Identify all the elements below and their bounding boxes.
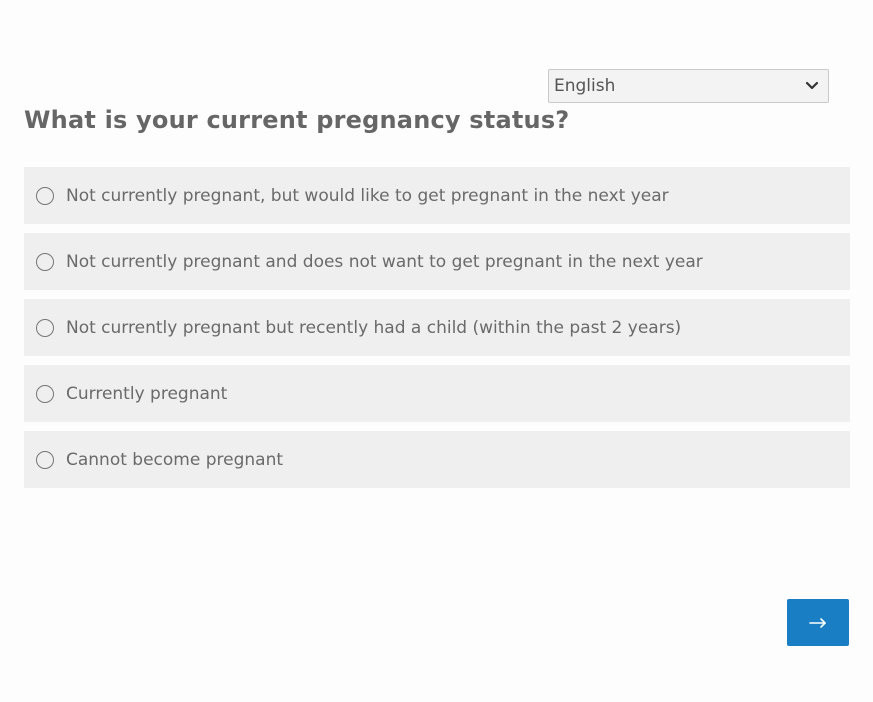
radio-button[interactable] (36, 450, 54, 469)
answer-option-label: Cannot become pregnant (66, 449, 284, 470)
next-button[interactable] (787, 599, 849, 646)
answer-option-label: Not currently pregnant and does not want… (66, 251, 703, 272)
answer-option-currently-pregnant[interactable]: Currently pregnant (24, 365, 850, 422)
survey-page: English What is your current pregnancy s… (0, 0, 873, 702)
answer-option-label: Currently pregnant (66, 383, 228, 404)
radio-button[interactable] (36, 384, 54, 403)
answer-options: Not currently pregnant, but would like t… (24, 167, 850, 497)
chevron-down-icon (805, 81, 819, 90)
answer-option-cannot-become-pregnant[interactable]: Cannot become pregnant (24, 431, 850, 488)
radio-button[interactable] (36, 318, 54, 337)
answer-option-want-pregnant[interactable]: Not currently pregnant, but would like t… (24, 167, 850, 224)
answer-option-label: Not currently pregnant, but would like t… (66, 185, 669, 206)
answer-option-label: Not currently pregnant but recently had … (66, 317, 682, 338)
arrow-right-icon (809, 617, 826, 628)
answer-option-not-want-pregnant[interactable]: Not currently pregnant and does not want… (24, 233, 850, 290)
language-select[interactable]: English (548, 69, 829, 103)
radio-button[interactable] (36, 252, 54, 271)
question-title: What is your current pregnancy status? (24, 106, 570, 134)
language-select-value: English (554, 76, 616, 96)
answer-option-recently-had-child[interactable]: Not currently pregnant but recently had … (24, 299, 850, 356)
radio-button[interactable] (36, 186, 54, 205)
